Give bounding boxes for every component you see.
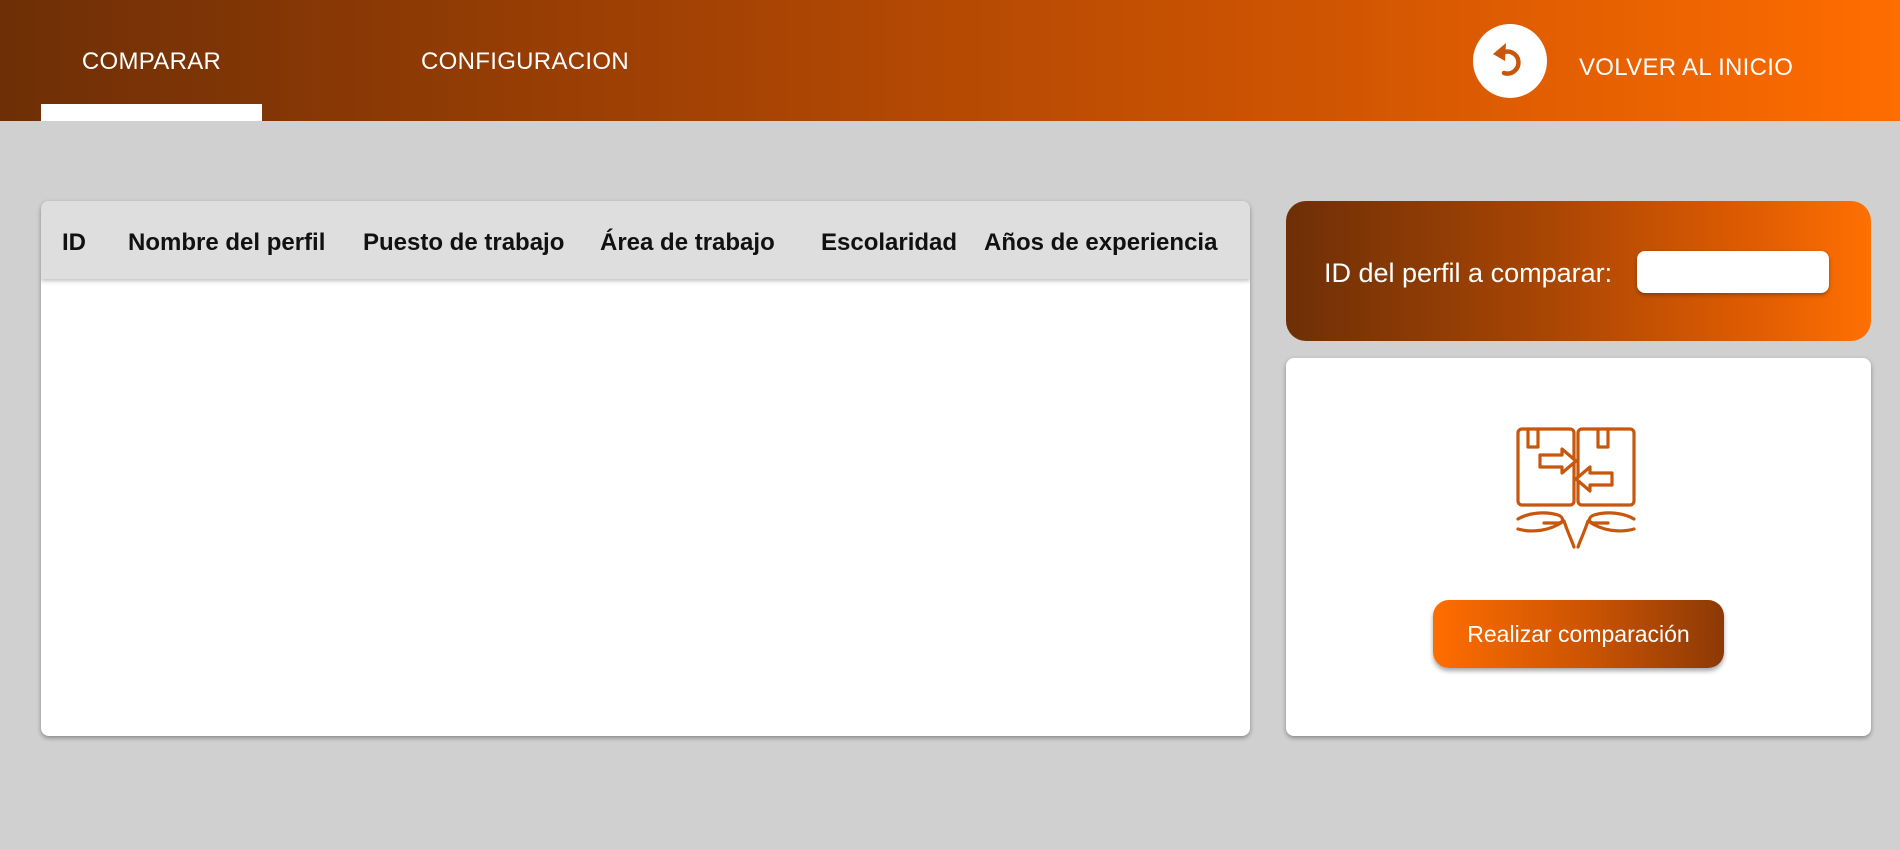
tab-configuracion-label: CONFIGURACION	[421, 48, 629, 75]
top-nav-bar: COMPARAR CONFIGURACION VOLVER AL INICIO	[0, 0, 1900, 121]
column-header-id: ID	[62, 229, 86, 256]
back-home-label[interactable]: VOLVER AL INICIO	[1579, 54, 1793, 82]
column-header-work-area: Área de trabajo	[600, 229, 775, 256]
column-header-years-experience: Años de experiencia	[984, 229, 1218, 256]
profile-id-panel: ID del perfil a comparar:	[1286, 201, 1871, 341]
column-header-job-title: Puesto de trabajo	[363, 229, 565, 256]
back-home-button[interactable]	[1473, 24, 1547, 98]
column-header-profile-name: Nombre del perfil	[128, 229, 326, 256]
profiles-table: ID Nombre del perfil Puesto de trabajo Á…	[41, 201, 1250, 736]
table-header: ID Nombre del perfil Puesto de trabajo Á…	[41, 201, 1250, 279]
perform-comparison-button[interactable]: Realizar comparación	[1433, 600, 1724, 668]
profile-id-label: ID del perfil a comparar:	[1324, 258, 1613, 288]
tab-comparar[interactable]: COMPARAR	[41, 0, 262, 121]
tab-comparar-label: COMPARAR	[81, 48, 222, 75]
tab-configuracion[interactable]: CONFIGURACION	[400, 0, 650, 121]
column-header-education: Escolaridad	[821, 229, 958, 256]
undo-arrow-icon	[1493, 43, 1521, 76]
exchange-boxes-hands-icon	[1516, 427, 1636, 549]
profile-id-input[interactable]	[1637, 251, 1829, 293]
active-tab-indicator	[41, 104, 262, 121]
compare-action-panel: Realizar comparación	[1286, 358, 1871, 736]
